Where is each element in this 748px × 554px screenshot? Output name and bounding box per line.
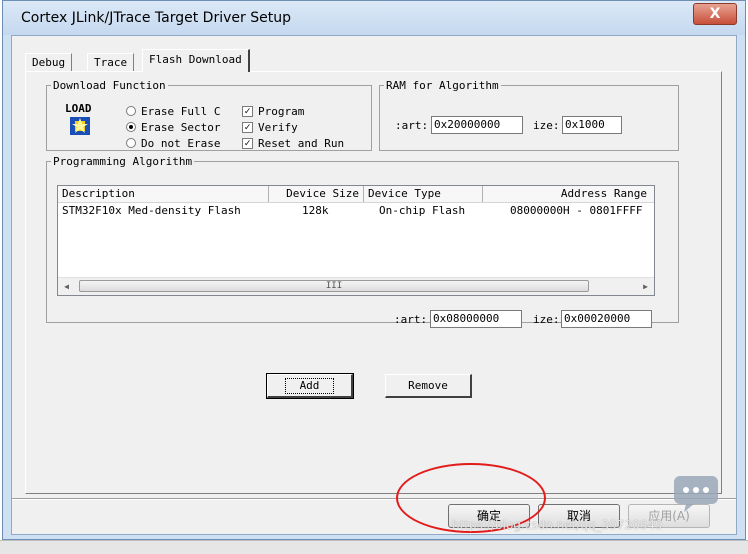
ram-start-label: :art: (395, 119, 429, 132)
checkmark-icon: ✓ (242, 137, 253, 149)
algorithm-list[interactable]: Description Device Size Device Type Addr… (57, 185, 655, 296)
background-window-strip (0, 540, 748, 554)
cell-description: STM32F10x Med-density Flash (62, 204, 241, 217)
programming-algorithm-legend: Programming Algorithm (53, 155, 193, 168)
list-header: Description Device Size Device Type Addr… (58, 186, 654, 203)
reset-and-run-checkbox[interactable]: ✓ Reset and Run (242, 135, 344, 151)
tab-debug-label: Debug (32, 56, 66, 69)
close-icon: X (709, 6, 721, 22)
column-address-range[interactable]: Address Range (483, 186, 654, 202)
download-function-legend: Download Function (53, 79, 166, 92)
ram-size-field[interactable]: 0x1000 (562, 116, 622, 134)
scroll-right-icon[interactable]: ▶ (637, 278, 654, 295)
verify-label: Verify (258, 120, 298, 134)
load-icon: LOAD (65, 102, 92, 135)
tab-trace[interactable]: Trace (87, 53, 135, 72)
dialog-client: Debug Trace Flash Download Download Func… (11, 35, 737, 535)
flash-size-label: ize: (533, 313, 560, 326)
erase-sector-label: Erase Sector (141, 120, 221, 134)
tab-flash-download[interactable]: Flash Download (142, 49, 250, 72)
cell-device-size: 128k (302, 204, 329, 217)
ram-for-algorithm-group: RAM for Algorithm :art: 0x20000000 ize: … (379, 79, 679, 151)
column-description[interactable]: Description (58, 186, 269, 202)
radio-indicator (126, 106, 136, 116)
watermark: https://blog.csdn.net/qq_39720949 (452, 518, 663, 532)
scroll-thumb[interactable]: III (79, 280, 589, 292)
download-function-group: Download Function LOAD Erase Full C Eras… (46, 79, 372, 151)
close-button[interactable]: X (693, 3, 737, 25)
cell-device-type: On-chip Flash (379, 204, 466, 217)
dialog-window: Cortex JLink/JTrace Target Driver Setup … (2, 0, 746, 540)
column-device-type[interactable]: Device Type (364, 186, 483, 202)
flash-start-field[interactable]: 0x08000000 (430, 310, 522, 328)
chat-bubble-icon (674, 476, 718, 512)
reset-and-run-label: Reset and Run (258, 136, 345, 150)
add-button[interactable]: Add (266, 373, 354, 399)
tab-debug[interactable]: Debug (25, 53, 73, 72)
remove-button-label: Remove (408, 379, 448, 392)
erase-full-chip-label: Erase Full C (141, 104, 221, 118)
program-checkbox[interactable]: ✓ Program (242, 103, 304, 119)
horizontal-scrollbar[interactable]: ◀ III ▶ (58, 277, 654, 295)
scroll-left-icon[interactable]: ◀ (58, 278, 75, 295)
remove-button[interactable]: Remove (385, 374, 472, 398)
window-title: Cortex JLink/JTrace Target Driver Setup (21, 10, 291, 26)
ram-for-algorithm-legend: RAM for Algorithm (386, 79, 499, 92)
footer-separator (12, 498, 736, 500)
erase-sector-radio[interactable]: Erase Sector (126, 119, 220, 135)
tab-flash-download-label: Flash Download (149, 53, 242, 66)
do-not-erase-radio[interactable]: Do not Erase (126, 135, 220, 151)
radio-indicator-selected (126, 122, 136, 132)
program-label: Program (258, 104, 305, 118)
tab-trace-label: Trace (94, 56, 128, 69)
column-device-size[interactable]: Device Size (269, 186, 364, 202)
checkmark-icon: ✓ (242, 121, 253, 133)
flash-size-field[interactable]: 0x00020000 (561, 310, 652, 328)
ram-size-label: ize: (533, 119, 560, 132)
load-icon-text: LOAD (65, 102, 92, 115)
do-not-erase-label: Do not Erase (141, 136, 221, 150)
flash-start-label: :art: (394, 313, 428, 326)
add-button-label: Add (284, 378, 335, 394)
radio-indicator (126, 138, 136, 148)
cell-address-range: 08000000H - 0801FFFF (510, 204, 643, 217)
ram-start-field[interactable]: 0x20000000 (431, 116, 523, 134)
erase-full-chip-radio[interactable]: Erase Full C (126, 103, 220, 119)
programming-algorithm-group: Programming Algorithm Description Device… (46, 155, 679, 328)
flash-download-panel: Download Function LOAD Erase Full C Eras… (25, 71, 722, 494)
verify-checkbox[interactable]: ✓ Verify (242, 119, 298, 135)
title-bar: Cortex JLink/JTrace Target Driver Setup … (3, 1, 745, 35)
checkmark-icon: ✓ (242, 105, 253, 117)
